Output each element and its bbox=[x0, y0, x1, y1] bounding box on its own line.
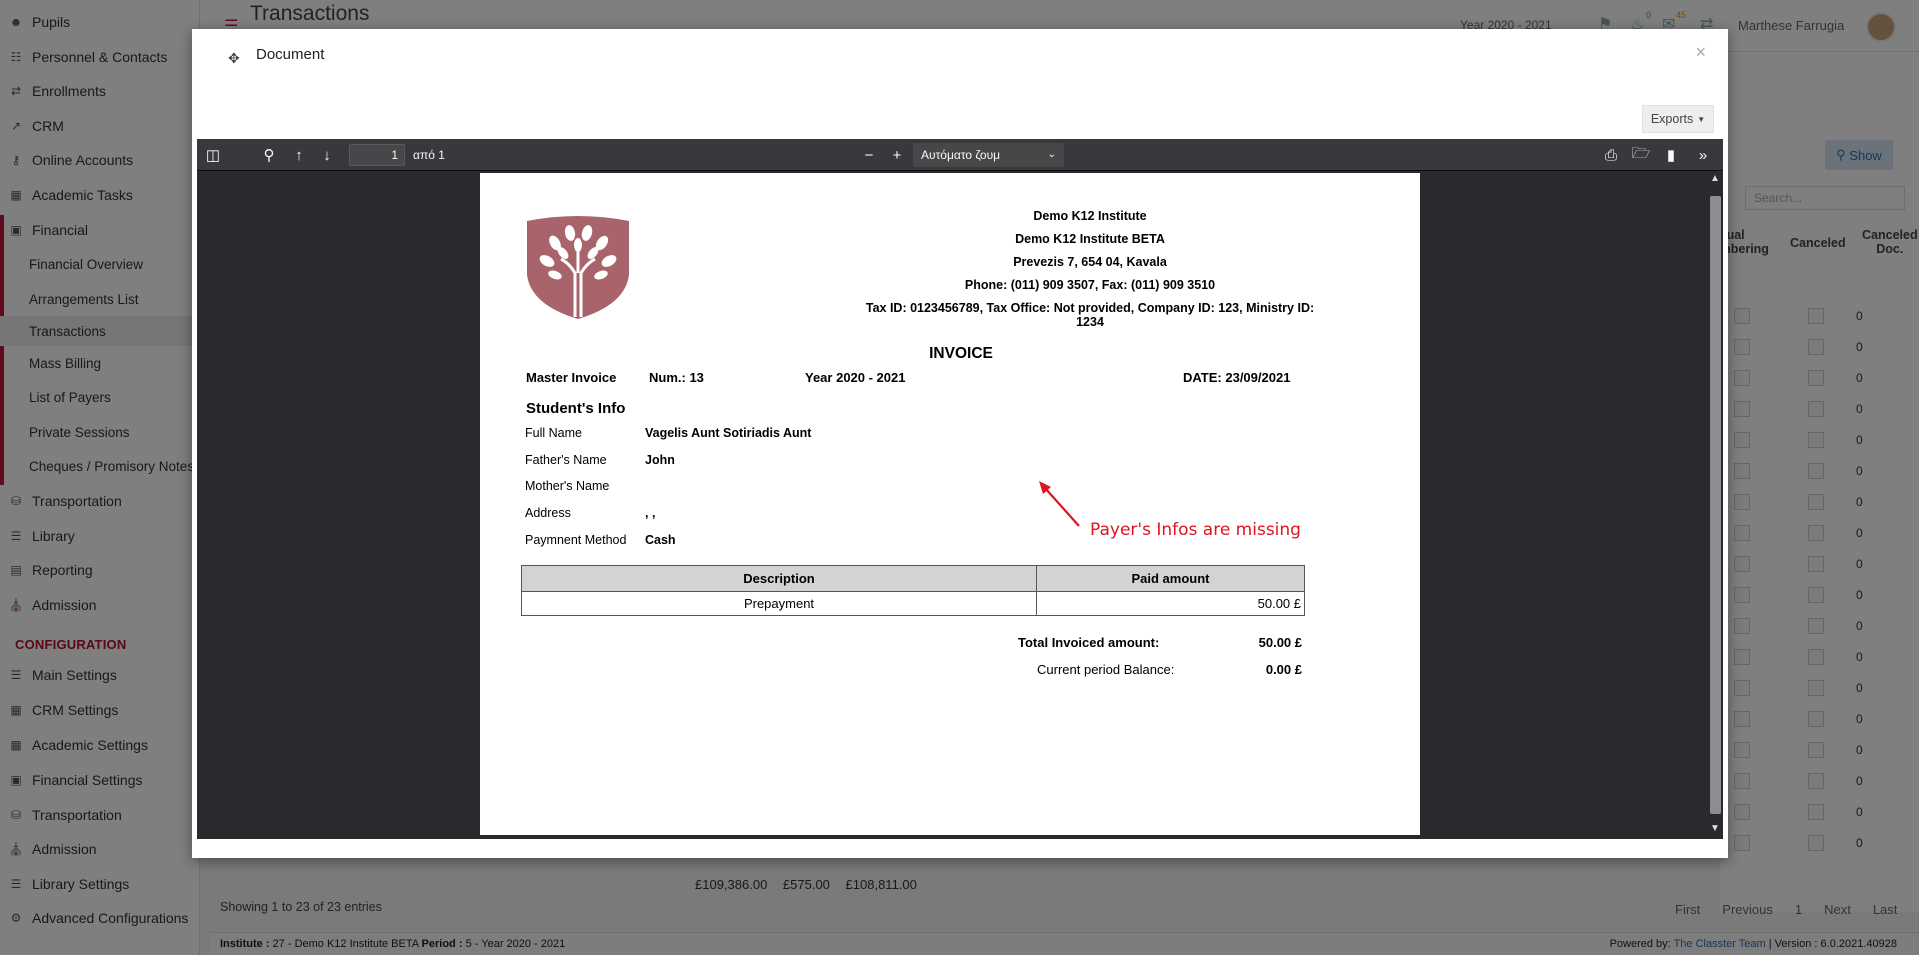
scroll-down-icon[interactable]: ▼ bbox=[1710, 823, 1720, 834]
modal-title: Document bbox=[256, 46, 325, 63]
info-label: Father's Name bbox=[525, 453, 607, 467]
institute-tax-info: Tax ID: 0123456789, Tax Office: Not prov… bbox=[865, 301, 1315, 329]
total-value: 50.00 £ bbox=[1258, 635, 1302, 650]
institute-name: Demo K12 Institute bbox=[1033, 209, 1147, 223]
zoom-select[interactable]: Αυτόματο ζουμ ⌄ bbox=[913, 143, 1064, 167]
student-info-title: Student's Info bbox=[526, 400, 626, 417]
vertical-scrollbar[interactable]: ▲ ▼ bbox=[1708, 171, 1723, 839]
arrow-up-icon[interactable]: ↑ bbox=[289, 145, 309, 165]
invoice-date: DATE: 23/09/2021 bbox=[1183, 370, 1291, 385]
invoice-number: Num.: 13 bbox=[649, 370, 704, 385]
open-file-icon[interactable]: 🗁 bbox=[1631, 145, 1651, 165]
table-row: Prepayment 50.00 £ bbox=[521, 591, 1305, 616]
invoice-table: Description Paid amount Prepayment 50.00… bbox=[521, 565, 1305, 616]
annotation-arrow bbox=[1039, 481, 1080, 527]
balance-value: 0.00 £ bbox=[1265, 662, 1302, 677]
invoice-title: INVOICE bbox=[929, 345, 993, 362]
info-label: Paymnent Method bbox=[525, 533, 627, 547]
pdf-viewer: ◫ ⚲ ↑ ↓ 1 από 1 − + Αυτόματο ζουμ ⌄ ⎙ 🗁 ▮… bbox=[197, 139, 1723, 839]
zoom-value: Αυτόματο ζουμ bbox=[921, 148, 1001, 162]
institute-address: Prevezis 7, 654 04, Kavala bbox=[1013, 255, 1167, 269]
exports-label: Exports bbox=[1650, 112, 1694, 126]
exports-button[interactable]: Exports ▼ bbox=[1642, 105, 1714, 133]
caret-down-icon: ▼ bbox=[1697, 114, 1706, 124]
column-header: Paid amount bbox=[1036, 565, 1305, 592]
table-header-row: Description Paid amount bbox=[521, 565, 1305, 592]
column-header: Description bbox=[521, 565, 1037, 592]
tools-menu-icon[interactable]: » bbox=[1693, 145, 1713, 165]
info-value: , , bbox=[645, 506, 656, 520]
institute-header: Demo K12 Institute Demo K12 Institute BE… bbox=[860, 205, 1320, 329]
table-cell: Prepayment bbox=[521, 591, 1037, 616]
document-modal: ✥ Document × Exports ▼ ◫ ⚲ ↑ ↓ 1 από 1 − … bbox=[192, 29, 1728, 858]
info-value: Cash bbox=[645, 533, 676, 547]
info-value: Vagelis Aunt Sotiriadis Aunt bbox=[645, 426, 812, 440]
scroll-up-icon[interactable]: ▲ bbox=[1710, 173, 1720, 184]
invoice-type: Master Invoice bbox=[526, 370, 617, 385]
chevron-down-icon: ⌄ bbox=[1047, 149, 1056, 160]
info-label: Address bbox=[525, 506, 571, 520]
bookmark-icon[interactable]: ▮ bbox=[1661, 145, 1681, 165]
zoom-in-icon[interactable]: + bbox=[887, 145, 907, 165]
info-label: Mother's Name bbox=[525, 479, 610, 493]
total-label: Total Invoiced amount: bbox=[1018, 635, 1160, 650]
print-icon[interactable]: ⎙ bbox=[1601, 145, 1621, 165]
zoom-out-icon[interactable]: − bbox=[859, 145, 879, 165]
close-icon[interactable]: × bbox=[1695, 42, 1706, 63]
institute-subname: Demo K12 Institute BETA bbox=[1015, 232, 1165, 246]
pdf-page: Demo K12 Institute Demo K12 Institute BE… bbox=[480, 173, 1420, 835]
search-icon[interactable]: ⚲ bbox=[259, 145, 279, 165]
sidebar-toggle-icon[interactable]: ◫ bbox=[203, 145, 223, 165]
annotation-text: Payer's Infos are missing bbox=[1090, 520, 1301, 540]
balance-label: Current period Balance: bbox=[1037, 662, 1175, 677]
page-number-input[interactable]: 1 bbox=[349, 144, 405, 166]
scroll-thumb[interactable] bbox=[1710, 196, 1721, 814]
info-label: Full Name bbox=[525, 426, 582, 440]
move-icon[interactable]: ✥ bbox=[228, 50, 240, 67]
page-count: από 1 bbox=[413, 148, 445, 162]
table-cell: 50.00 £ bbox=[1036, 591, 1305, 616]
info-value: John bbox=[645, 453, 675, 467]
pdf-toolbar: ◫ ⚲ ↑ ↓ 1 από 1 − + Αυτόματο ζουμ ⌄ ⎙ 🗁 ▮… bbox=[197, 139, 1723, 171]
institute-phone: Phone: (011) 909 3507, Fax: (011) 909 35… bbox=[964, 278, 1216, 292]
invoice-year: Year 2020 - 2021 bbox=[805, 370, 906, 385]
arrow-down-icon[interactable]: ↓ bbox=[317, 145, 337, 165]
institute-logo bbox=[527, 216, 629, 319]
